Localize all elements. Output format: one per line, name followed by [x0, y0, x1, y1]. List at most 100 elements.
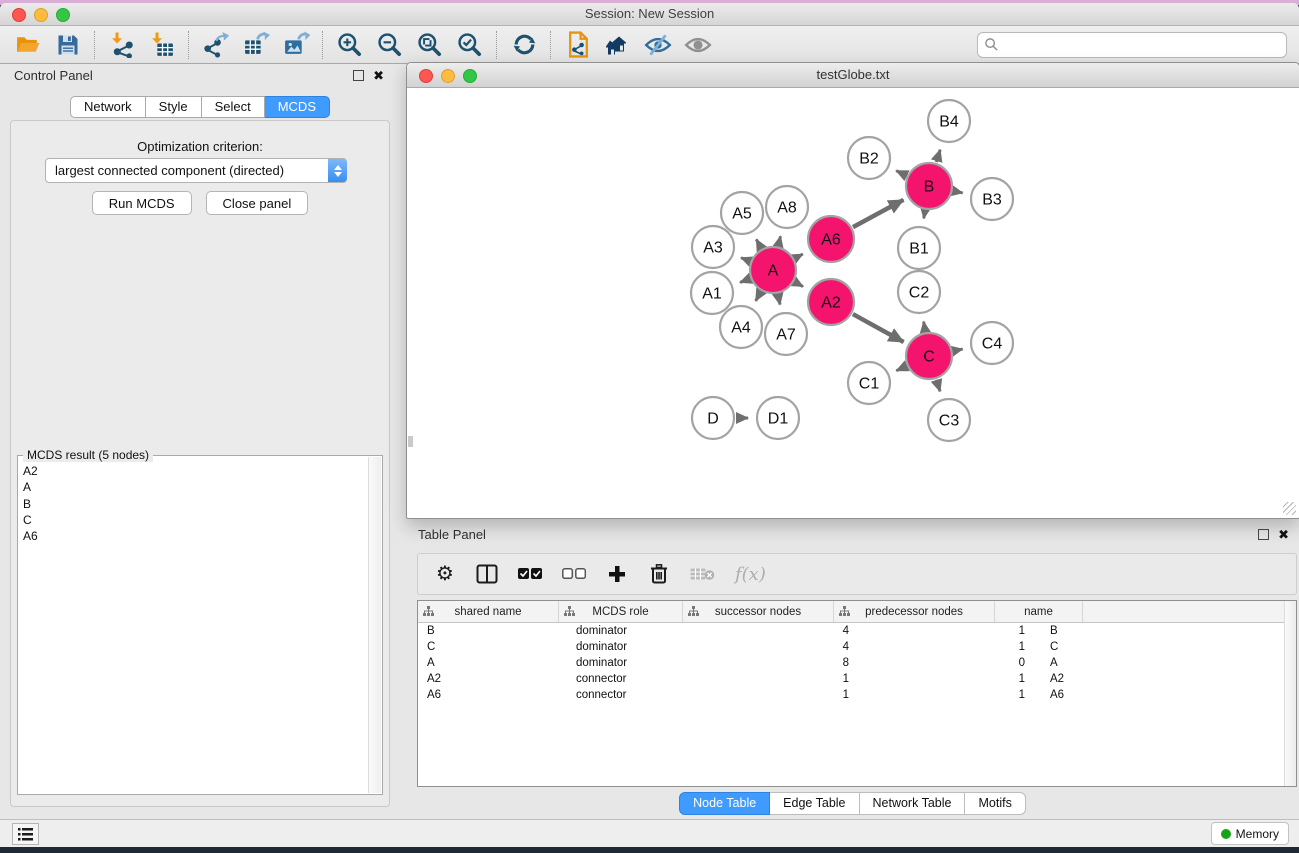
export-image-icon[interactable]: [276, 29, 316, 61]
graph-edge-A-A8[interactable]: [778, 236, 780, 245]
first-neighbors-icon[interactable]: [598, 29, 638, 61]
column-header-predecessor-nodes[interactable]: predecessor nodes: [834, 601, 995, 622]
graph-node-B4[interactable]: B4: [928, 100, 970, 142]
graph-node-C[interactable]: C: [906, 333, 952, 379]
run-mcds-button[interactable]: Run MCDS: [92, 191, 192, 215]
graph-node-A1[interactable]: A1: [691, 272, 733, 314]
refresh-icon[interactable]: [504, 29, 544, 61]
graph-edge-B-B2[interactable]: [896, 171, 906, 176]
graph-node-D1[interactable]: D1: [757, 397, 799, 439]
graph-edge-A-A4[interactable]: [756, 292, 761, 301]
memory-button[interactable]: Memory: [1211, 822, 1289, 845]
graph-node-C3[interactable]: C3: [928, 399, 970, 441]
graph-edge-A2-C[interactable]: [853, 314, 904, 342]
graph-node-A5[interactable]: A5: [721, 192, 763, 234]
graph-edge-C-C1[interactable]: [896, 366, 906, 370]
graph-node-B3[interactable]: B3: [971, 178, 1013, 220]
table-row[interactable]: A2connector11A2: [418, 671, 1296, 687]
graph-edge-A-A5[interactable]: [756, 239, 761, 248]
graph-node-A3[interactable]: A3: [692, 226, 734, 268]
graph-edge-A-A6[interactable]: [795, 254, 803, 258]
network-window-titlebar[interactable]: testGlobe.txt: [407, 63, 1299, 88]
tab-edge-table[interactable]: Edge Table: [770, 792, 859, 815]
task-history-button[interactable]: [12, 823, 39, 845]
tab-node-table[interactable]: Node Table: [679, 792, 770, 815]
mcds-result-scrollbar[interactable]: [368, 457, 381, 793]
graph-edge-C-C3[interactable]: [936, 380, 940, 392]
float-panel-icon[interactable]: [353, 70, 364, 81]
graph-node-D[interactable]: D: [692, 397, 734, 439]
save-session-icon[interactable]: [48, 29, 88, 61]
table-row[interactable]: Cdominator41C: [418, 639, 1296, 655]
import-network-icon[interactable]: [102, 29, 142, 61]
graph-node-A[interactable]: A: [750, 247, 796, 293]
import-table-icon[interactable]: [142, 29, 182, 61]
graph-edge-A-A3[interactable]: [741, 258, 750, 261]
graph-edge-A6-B[interactable]: [853, 200, 904, 227]
table-row[interactable]: Bdominator41B: [418, 623, 1296, 639]
optimization-criterion-select[interactable]: largest connected component (directed): [45, 158, 347, 183]
graph-node-B1[interactable]: B1: [898, 227, 940, 269]
tab-select[interactable]: Select: [202, 96, 265, 118]
graph-node-C4[interactable]: C4: [971, 322, 1013, 364]
graph-node-B[interactable]: B: [906, 163, 952, 209]
zoom-out-icon[interactable]: [370, 29, 410, 61]
open-file-icon[interactable]: [8, 29, 48, 61]
network-graph[interactable]: B4 B2 B B3 A8A5 A6 A3 B1 A A1 C2 A2 A4A7 C4 C C1 D D1 C3: [408, 88, 1298, 517]
delete-column-icon[interactable]: [648, 561, 670, 587]
mcds-result-item[interactable]: C: [23, 512, 366, 528]
split-pane-icon[interactable]: [476, 561, 498, 587]
graph-node-A4[interactable]: A4: [720, 306, 762, 348]
graph-node-C2[interactable]: C2: [898, 271, 940, 313]
mcds-result-item[interactable]: A6: [23, 528, 366, 544]
graph-edge-B-B1[interactable]: [924, 211, 925, 219]
column-header-name[interactable]: name: [995, 601, 1083, 622]
close-table-panel-icon[interactable]: ✖: [1278, 530, 1289, 539]
export-network-icon[interactable]: [196, 29, 236, 61]
mcds-result-item[interactable]: B: [23, 496, 366, 512]
table-row[interactable]: Adominator80A: [418, 655, 1296, 671]
tab-network-table[interactable]: Network Table: [860, 792, 966, 815]
mcds-result-item[interactable]: A2: [23, 463, 366, 479]
search-input[interactable]: [999, 37, 1280, 53]
settings-gear-icon[interactable]: ⚙: [434, 561, 456, 587]
column-header-shared-name[interactable]: shared name: [418, 601, 559, 622]
graph-edge-A-A1[interactable]: [740, 279, 750, 283]
graph-node-B2[interactable]: B2: [848, 137, 890, 179]
close-panel-icon[interactable]: ✖: [373, 71, 384, 80]
column-header-MCDS-role[interactable]: MCDS role: [559, 601, 683, 622]
graph-node-A7[interactable]: A7: [765, 313, 807, 355]
tab-style[interactable]: Style: [146, 96, 202, 118]
network-canvas[interactable]: B4 B2 B B3 A8A5 A6 A3 B1 A A1 C2 A2 A4A7 C4 C C1 D D1 C3: [408, 88, 1298, 517]
graph-edge-B-B4[interactable]: [936, 150, 940, 162]
graph-edge-C-C2[interactable]: [924, 322, 926, 332]
graph-node-A6[interactable]: A6: [808, 216, 854, 262]
tab-network[interactable]: Network: [70, 96, 146, 118]
close-panel-button[interactable]: Close panel: [206, 191, 309, 215]
table-scrollbar[interactable]: [1284, 601, 1296, 786]
float-table-panel-icon[interactable]: [1258, 529, 1269, 540]
graph-node-C1[interactable]: C1: [848, 362, 890, 404]
node-table[interactable]: shared nameMCDS rolesuccessor nodesprede…: [417, 600, 1297, 787]
deselect-checkboxes-icon[interactable]: [562, 561, 586, 587]
graph-edge-A-A2[interactable]: [795, 282, 803, 286]
graph-node-A8[interactable]: A8: [766, 186, 808, 228]
show-all-icon[interactable]: [678, 29, 718, 61]
window-resize-grip[interactable]: [1283, 502, 1296, 515]
zoom-in-icon[interactable]: [330, 29, 370, 61]
column-header-successor-nodes[interactable]: successor nodes: [683, 601, 834, 622]
table-row[interactable]: A6connector11A6: [418, 687, 1296, 703]
new-network-from-selection-icon[interactable]: [558, 29, 598, 61]
export-table-icon[interactable]: [236, 29, 276, 61]
mcds-result-list[interactable]: A2ABCA6: [23, 463, 366, 790]
graph-node-A2[interactable]: A2: [808, 279, 854, 325]
graph-edge-A-A7[interactable]: [778, 294, 780, 304]
select-all-checkboxes-icon[interactable]: [518, 561, 542, 587]
add-column-icon[interactable]: [606, 561, 628, 587]
graph-edge-C-C4[interactable]: [953, 349, 962, 351]
zoom-fit-icon[interactable]: [410, 29, 450, 61]
tab-mcds[interactable]: MCDS: [265, 96, 330, 118]
tab-motifs[interactable]: Motifs: [965, 792, 1025, 815]
mcds-result-item[interactable]: A: [23, 479, 366, 495]
graph-edge-B-B3[interactable]: [953, 191, 962, 193]
